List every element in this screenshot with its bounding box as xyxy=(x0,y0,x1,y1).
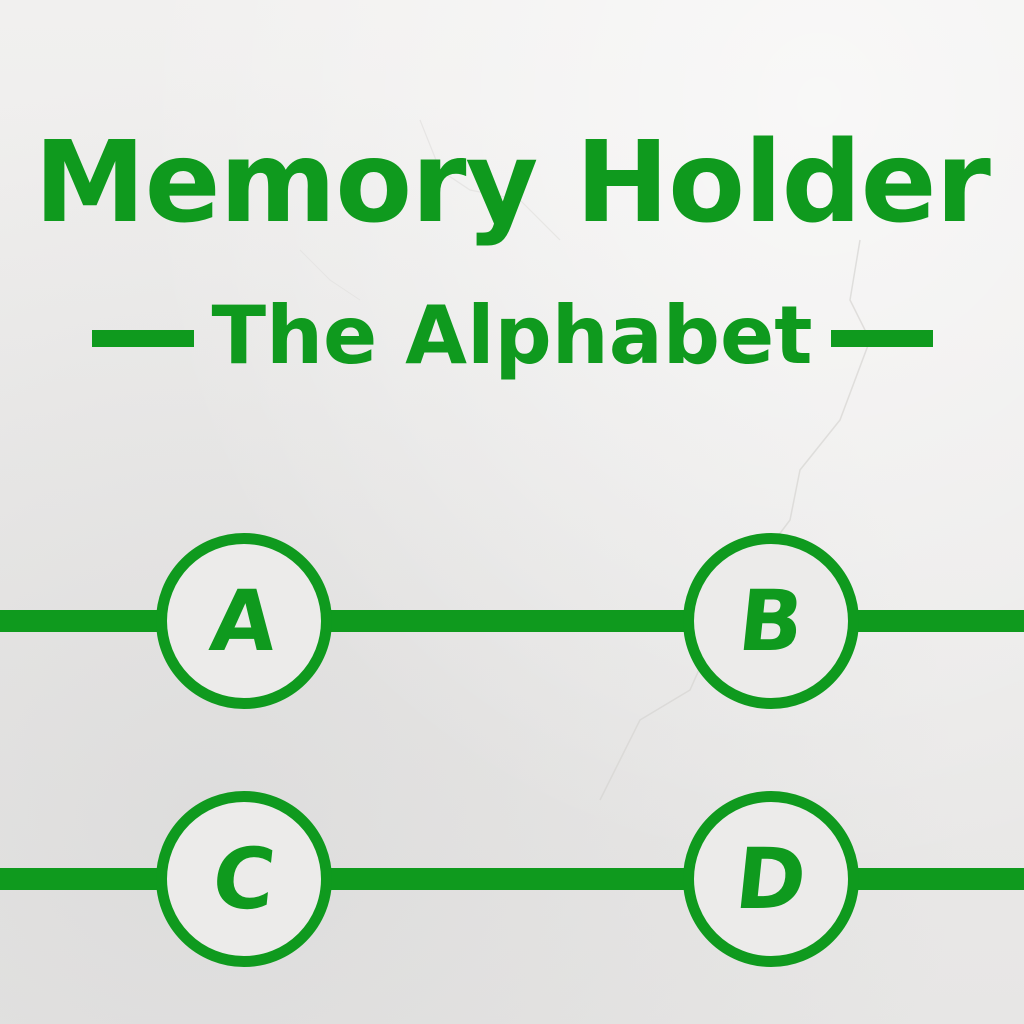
letter-a: A xyxy=(206,572,282,670)
right-dash-divider xyxy=(831,330,933,347)
hanger-rail-bottom xyxy=(0,868,1024,890)
letter-circle-a: A xyxy=(156,533,332,709)
hanger-rail-top xyxy=(0,610,1024,632)
letter-circle-d: D xyxy=(683,791,859,967)
letter-circle-c: C xyxy=(156,791,332,967)
subtitle-row: The Alphabet xyxy=(0,290,1024,390)
letter-c: C xyxy=(208,830,280,928)
page-title: Memory Holder xyxy=(34,118,991,248)
letter-circle-b: B xyxy=(683,533,859,709)
letter-b: B xyxy=(733,572,809,670)
letter-d: D xyxy=(730,830,812,928)
